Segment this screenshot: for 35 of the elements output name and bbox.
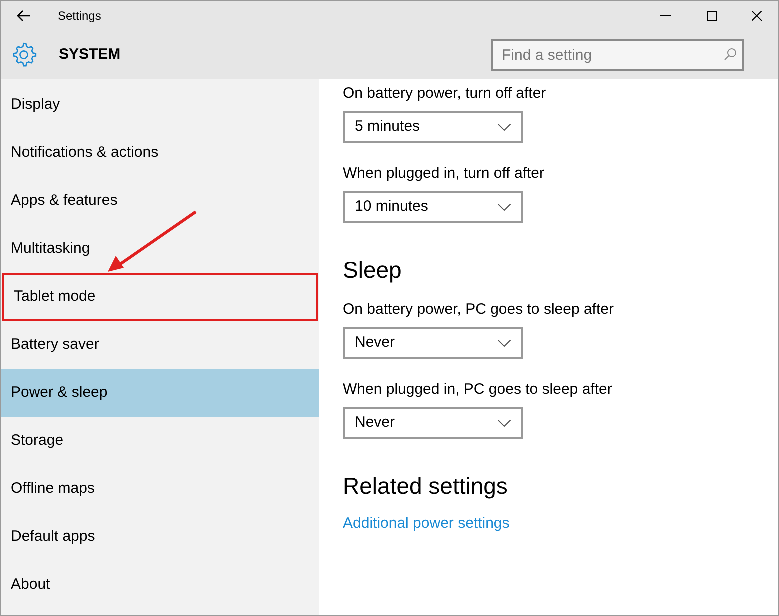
chevron-down-icon <box>498 420 511 426</box>
chevron-down-icon <box>498 124 511 130</box>
page-title: SYSTEM <box>59 44 121 65</box>
dropdown[interactable]: Never <box>343 327 523 359</box>
section-heading: Related settings <box>343 472 509 501</box>
sidebar-item[interactable]: Multitasking <box>1 225 319 273</box>
back-arrow-icon[interactable] <box>17 10 31 22</box>
sidebar-item[interactable]: Display <box>1 81 319 129</box>
sidebar-item[interactable]: Default apps <box>1 513 319 561</box>
sidebar-item[interactable]: Apps & features <box>1 177 319 225</box>
close-icon[interactable] <box>752 11 762 21</box>
section-heading: Sleep <box>343 256 403 285</box>
setting-label: When plugged in, PC goes to sleep after <box>343 381 614 399</box>
search-field[interactable]: Find a setting <box>491 39 744 71</box>
sidebar-item[interactable]: Notifications & actions <box>1 129 319 177</box>
sidebar-item[interactable]: Tablet mode <box>2 273 318 321</box>
link[interactable]: Additional power settings <box>343 513 510 536</box>
minimize-icon[interactable] <box>660 15 671 17</box>
sidebar-item[interactable]: Battery saver <box>1 321 319 369</box>
dropdown[interactable]: 10 minutes <box>343 191 523 223</box>
sidebar-item[interactable]: Offline maps <box>1 465 319 513</box>
sidebar-item[interactable]: Power & sleep <box>1 369 319 417</box>
setting-label: On battery power, PC goes to sleep after <box>343 301 615 319</box>
settings-icon <box>11 42 37 68</box>
setting-label: When plugged in, turn off after <box>343 165 546 183</box>
setting-label: On battery power, turn off after <box>343 85 548 103</box>
maximize-icon[interactable] <box>707 11 717 21</box>
chevron-down-icon <box>498 340 511 346</box>
chevron-down-icon <box>498 204 511 210</box>
sidebar-item[interactable]: About <box>1 561 319 609</box>
dropdown[interactable]: Never <box>343 407 523 439</box>
sidebar-item[interactable]: Storage <box>1 417 319 465</box>
search-icon[interactable] <box>724 48 737 61</box>
dropdown[interactable]: 5 minutes <box>343 111 523 143</box>
window-title: Settings <box>58 8 102 25</box>
